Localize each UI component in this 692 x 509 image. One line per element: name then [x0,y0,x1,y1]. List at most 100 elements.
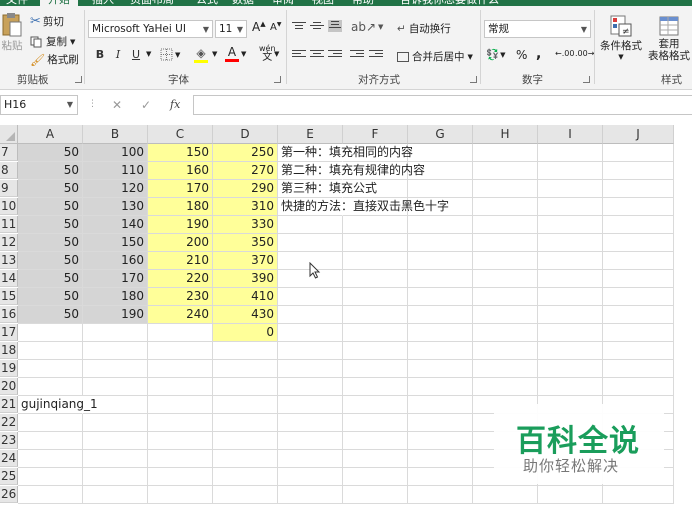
bold-button[interactable]: B [92,46,108,64]
cell-i14[interactable] [538,270,603,288]
cell-c15[interactable]: 230 [148,288,213,306]
column-header-f[interactable]: F [343,125,408,144]
cell-c21[interactable] [148,396,213,414]
cell-j13[interactable] [603,252,674,270]
cell-h12[interactable] [473,234,538,252]
row-header[interactable]: 12 [0,234,18,251]
cell-a26[interactable] [18,486,83,504]
cell-j19[interactable] [603,360,674,378]
cell-j9[interactable] [603,180,674,198]
cell-c12[interactable]: 200 [148,234,213,252]
cell-a12[interactable]: 50 [18,234,83,252]
cell-c18[interactable] [148,342,213,360]
cell-g26[interactable] [408,486,473,504]
cell-e8[interactable]: 第二种：填充有规律的内容 [278,162,425,180]
cell-i7[interactable] [538,144,603,162]
cell-g23[interactable] [408,432,473,450]
cell-c19[interactable] [148,360,213,378]
cell-e11[interactable] [278,216,343,234]
cell-g19[interactable] [408,360,473,378]
increase-decimal-button[interactable]: ← .00 [555,49,574,58]
cell-c9[interactable]: 170 [148,180,213,198]
cell-g13[interactable] [408,252,473,270]
cell-c26[interactable] [148,486,213,504]
cell-b7[interactable]: 100 [83,144,148,162]
cell-a11[interactable]: 50 [18,216,83,234]
decrease-indent-icon[interactable] [350,50,364,62]
cell-b8[interactable]: 110 [83,162,148,180]
cell-i9[interactable] [538,180,603,198]
cell-e12[interactable] [278,234,343,252]
cell-g11[interactable] [408,216,473,234]
cell-e19[interactable] [278,360,343,378]
row-header[interactable]: 26 [0,486,18,503]
cell-d7[interactable]: 250 [213,144,278,162]
cell-f18[interactable] [343,342,408,360]
column-header-c[interactable]: C [148,125,213,144]
cell-f20[interactable] [343,378,408,396]
cell-i12[interactable] [538,234,603,252]
enter-icon[interactable]: ✓ [141,98,151,112]
cell-e9[interactable]: 第三种：填充公式 [278,180,377,198]
shrink-font-button[interactable]: A ▼ [270,21,281,33]
cell-c23[interactable] [148,432,213,450]
cell-i16[interactable] [538,306,603,324]
column-header-g[interactable]: G [408,125,473,144]
row-header[interactable]: 14 [0,270,18,287]
cell-a14[interactable]: 50 [18,270,83,288]
cell-b14[interactable]: 170 [83,270,148,288]
cell-c13[interactable]: 210 [148,252,213,270]
cell-d16[interactable]: 430 [213,306,278,324]
cell-e23[interactable] [278,432,343,450]
column-header-h[interactable]: H [473,125,538,144]
cell-c7[interactable]: 150 [148,144,213,162]
cell-d13[interactable]: 370 [213,252,278,270]
cell-e18[interactable] [278,342,343,360]
fill-color-button[interactable]: ◈ [194,46,208,63]
cell-f19[interactable] [343,360,408,378]
cell-a25[interactable] [18,468,83,486]
cell-e10[interactable]: 快捷的方法：直接双击黑色十字 [278,198,449,216]
cell-a13[interactable]: 50 [18,252,83,270]
row-header[interactable]: 11 [0,216,18,233]
cell-j8[interactable] [603,162,674,180]
cell-h10[interactable] [473,198,538,216]
cell-g22[interactable] [408,414,473,432]
format-painter-button[interactable]: 🖌 格式刷 [30,52,79,67]
increase-indent-icon[interactable] [369,50,383,62]
merge-center-button[interactable]: 合并后居中 ▼ [397,49,473,64]
paste-button[interactable]: 粘贴 [0,12,24,53]
cell-e7[interactable]: 第一种：填充相同的内容 [278,144,413,162]
cell-g14[interactable] [408,270,473,288]
cell-d25[interactable] [213,468,278,486]
number-format-dropdown[interactable]: 常规 ▼ [484,20,591,38]
cell-b13[interactable]: 160 [83,252,148,270]
cell-i13[interactable] [538,252,603,270]
cell-b16[interactable]: 190 [83,306,148,324]
cell-i19[interactable] [538,360,603,378]
row-header[interactable]: 16 [0,306,18,323]
align-left-icon[interactable] [292,50,306,62]
cell-a22[interactable] [18,414,83,432]
cell-h26[interactable] [473,486,538,504]
cell-d11[interactable]: 330 [213,216,278,234]
cell-d14[interactable]: 390 [213,270,278,288]
cell-f16[interactable] [343,306,408,324]
cell-g15[interactable] [408,288,473,306]
cell-f17[interactable] [343,324,408,342]
cell-b24[interactable] [83,450,148,468]
cell-i10[interactable] [538,198,603,216]
cell-a18[interactable] [18,342,83,360]
cell-b11[interactable]: 140 [83,216,148,234]
cell-j11[interactable] [603,216,674,234]
cell-a8[interactable]: 50 [18,162,83,180]
row-header[interactable]: 21 [0,396,18,413]
cell-d26[interactable] [213,486,278,504]
column-header-e[interactable]: E [278,125,343,144]
font-launcher-icon[interactable] [274,76,281,83]
cell-f26[interactable] [343,486,408,504]
cell-e15[interactable] [278,288,343,306]
cell-h14[interactable] [473,270,538,288]
cell-j16[interactable] [603,306,674,324]
cell-c20[interactable] [148,378,213,396]
